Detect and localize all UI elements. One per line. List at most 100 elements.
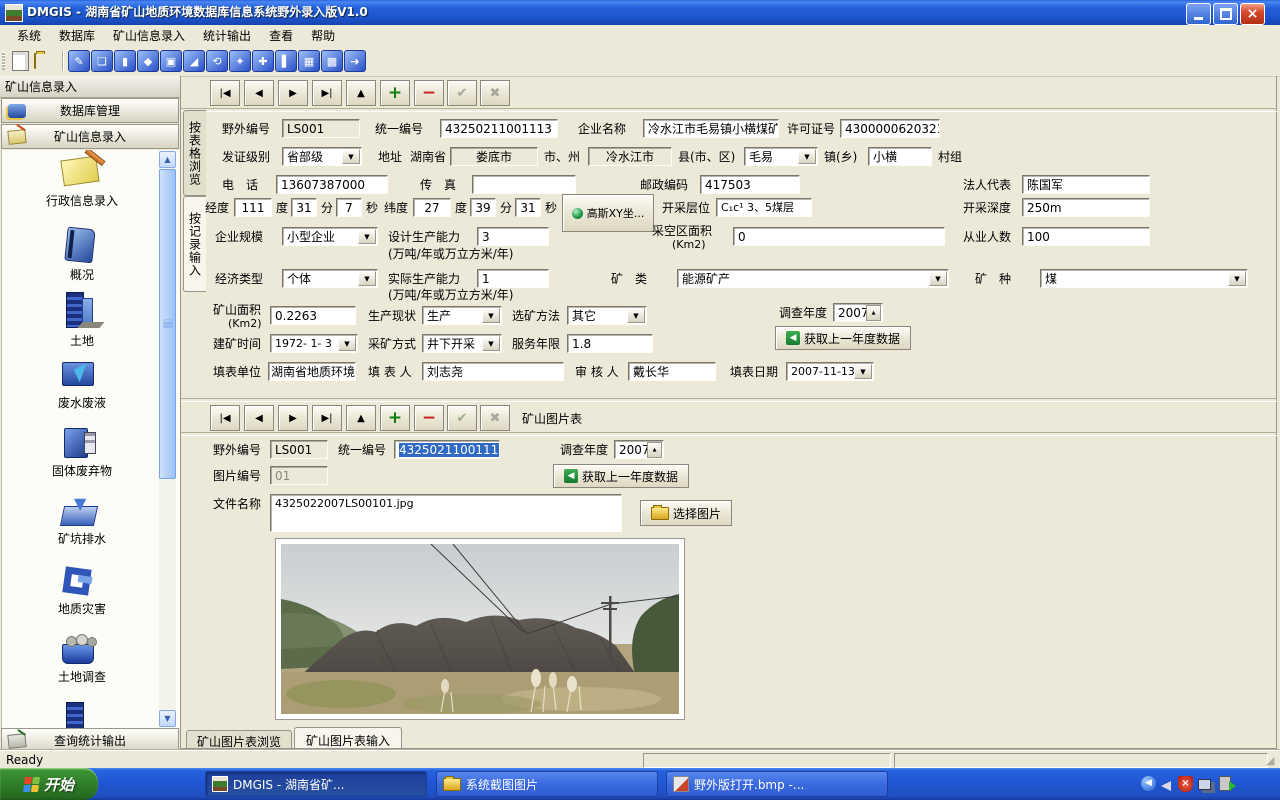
start-button[interactable]: 开始 <box>0 768 98 800</box>
nav1-add-button[interactable]: + <box>380 80 410 106</box>
nav2-delete-button[interactable]: − <box>414 405 444 431</box>
tab-input-by-record[interactable]: 按记录输入 <box>183 196 206 292</box>
nav1-last-button[interactable]: ▶| <box>312 80 342 106</box>
sidebar-item-geo-hazard[interactable]: 地质灾害 <box>2 564 162 628</box>
service-years-input[interactable]: 1.8 <box>567 334 653 353</box>
nav1-next-button[interactable]: ▶ <box>278 80 308 106</box>
fetch-previous-year-button[interactable]: ◀获取上一年度数据 <box>775 326 911 350</box>
sidebar-item-solid-waste[interactable]: 固体废弃物 <box>2 424 162 488</box>
open-file-icon[interactable] <box>34 54 36 68</box>
toolbar-overview-icon[interactable]: ❏ <box>91 50 113 72</box>
unified-no-input[interactable]: 43250211001113 <box>440 119 558 138</box>
tray-server-icon[interactable] <box>1219 776 1231 791</box>
auditor-input[interactable]: 戴长华 <box>628 362 716 381</box>
enterprise-name-input[interactable]: 冷水江市毛易镇小横煤矿 <box>643 119 779 138</box>
mining-depth-input[interactable]: 250m <box>1022 198 1150 217</box>
workers-input[interactable]: 100 <box>1022 227 1150 246</box>
production-status-select[interactable]: 生产▼ <box>422 306 502 325</box>
enterprise-scale-select[interactable]: 小型企业▼ <box>282 227 378 246</box>
taskbar-task-bmp-paint[interactable]: 野外版打开.bmp -... <box>666 771 888 797</box>
close-button[interactable]: × <box>1240 3 1265 25</box>
menu-mine-info-entry[interactable]: 矿山信息录入 <box>104 27 194 44</box>
nav2-cancel-button[interactable]: ✖ <box>480 405 510 431</box>
restore-button[interactable] <box>1213 3 1238 25</box>
nav2-post-button[interactable]: ✔ <box>447 405 477 431</box>
fill-person-input[interactable]: 刘志尧 <box>422 362 564 381</box>
menu-stat-output[interactable]: 统计输出 <box>194 27 260 44</box>
tab-picture-input[interactable]: 矿山图片表输入 <box>294 727 402 749</box>
menu-view[interactable]: 查看 <box>260 27 302 44</box>
tray-security-shield-icon[interactable]: × <box>1178 776 1193 792</box>
minimize-button[interactable] <box>1186 3 1211 25</box>
longitude-sec-input[interactable]: 7 <box>336 198 362 217</box>
longitude-min-input[interactable]: 31 <box>291 198 317 217</box>
choose-picture-button[interactable]: 选择图片 <box>640 500 732 526</box>
menu-help[interactable]: 帮助 <box>302 27 344 44</box>
taskbar-task-dmgis[interactable]: DMGIS - 湖南省矿... <box>205 771 427 797</box>
legal-rep-input[interactable]: 陈国军 <box>1022 175 1150 194</box>
toolbar-land-survey-icon[interactable]: ✦ <box>229 50 251 72</box>
nav1-first-button[interactable]: |◀ <box>210 80 240 106</box>
build-time-select[interactable]: 1972- 1- 3▼ <box>270 334 358 353</box>
nav2-prev-button[interactable]: ◀ <box>244 405 274 431</box>
sidebar-group-database[interactable]: 数据库管理 <box>1 98 179 123</box>
fill-date-select[interactable]: 2007-11-13▼ <box>786 362 874 381</box>
nav2-add-button[interactable]: + <box>380 405 410 431</box>
town-input[interactable]: 小横 <box>868 147 932 166</box>
sidebar-group-mine-entry[interactable]: 矿山信息录入 <box>1 124 179 149</box>
license-no-input[interactable]: 4300000620321 <box>840 119 940 138</box>
toolbar-column-icon[interactable]: ▌ <box>275 50 297 72</box>
sidebar-scroll-down[interactable]: ▼ <box>159 710 176 727</box>
toolbar-hazard-icon[interactable]: ⟲ <box>206 50 228 72</box>
fax-input[interactable] <box>472 175 576 194</box>
longitude-deg-input[interactable]: 111 <box>234 198 272 217</box>
actual-capacity-input[interactable]: 1 <box>477 269 549 288</box>
mine-area-input[interactable]: 0.2263 <box>270 306 356 325</box>
postcode-input[interactable]: 417503 <box>700 175 800 194</box>
filename-input[interactable]: 4325022007LS00101.jpg <box>270 494 622 532</box>
sidebar-item-pit-drainage[interactable]: ▼ 矿坑排水 <box>2 494 162 558</box>
nav1-post-button[interactable]: ✔ <box>447 80 477 106</box>
pic-fetch-previous-year-button[interactable]: ◀获取上一年度数据 <box>553 464 689 488</box>
tray-hide-icons-icon[interactable]: ◀ <box>1141 776 1156 791</box>
tray-network-icon[interactable] <box>1198 779 1211 790</box>
nav1-delete-button[interactable]: − <box>414 80 444 106</box>
dressing-method-select[interactable]: 其它▼ <box>567 306 647 325</box>
county-select[interactable]: 毛易▼ <box>744 147 818 166</box>
latitude-sec-input[interactable]: 31 <box>515 198 541 217</box>
toolbar-add-icon[interactable]: ✚ <box>252 50 274 72</box>
gauss-xy-button[interactable]: 高斯XY坐... <box>562 194 654 232</box>
phone-input[interactable]: 13607387000 <box>276 175 388 194</box>
toolbar-grid-icon[interactable]: ▩ <box>321 50 343 72</box>
latitude-min-input[interactable]: 39 <box>470 198 496 217</box>
survey-year-spinner[interactable]: 2007▲▼ <box>833 303 883 322</box>
mine-kind-select[interactable]: 煤▼ <box>1040 269 1248 288</box>
sidebar-item-admin-entry[interactable]: 行政信息录入 <box>2 154 162 230</box>
license-level-select[interactable]: 省部级▼ <box>282 147 362 166</box>
tab-picture-browse[interactable]: 矿山图片表浏览 <box>186 730 292 749</box>
toolbar-table-icon[interactable]: ▦ <box>298 50 320 72</box>
menu-database[interactable]: 数据库 <box>50 27 104 44</box>
nav2-first-button[interactable]: |◀ <box>210 405 240 431</box>
toolbar-export-icon[interactable]: ➔ <box>344 50 366 72</box>
nav1-prev-button[interactable]: ◀ <box>244 80 274 106</box>
sidebar-scrollbar-thumb[interactable] <box>159 169 176 479</box>
nav1-cancel-button[interactable]: ✖ <box>480 80 510 106</box>
toolbar-solid-waste-icon[interactable]: ▣ <box>160 50 182 72</box>
nav2-up-button[interactable]: ▲ <box>346 405 376 431</box>
nav2-next-button[interactable]: ▶ <box>278 405 308 431</box>
toolbar-wastewater-icon[interactable]: ◆ <box>137 50 159 72</box>
new-file-icon[interactable] <box>12 51 29 71</box>
tray-volume-icon[interactable] <box>1161 781 1171 791</box>
mine-class-select[interactable]: 能源矿产▼ <box>677 269 949 288</box>
sidebar-item-overview[interactable]: 概况 <box>2 224 162 288</box>
economic-type-select[interactable]: 个体▼ <box>282 269 378 288</box>
toolbar-admin-entry-icon[interactable]: ✎ <box>68 50 90 72</box>
pic-unified-no-input[interactable]: 43250211001113 <box>394 440 500 459</box>
mining-method-select[interactable]: 井下开采▼ <box>422 334 502 353</box>
sidebar-item-land-survey[interactable]: 土地调查 <box>2 632 162 696</box>
sidebar-scroll-up[interactable]: ▲ <box>159 151 176 168</box>
nav2-last-button[interactable]: ▶| <box>312 405 342 431</box>
goaf-area-input[interactable]: 0 <box>733 227 945 246</box>
tab-browse-by-table[interactable]: 按表格浏览 <box>183 110 206 196</box>
